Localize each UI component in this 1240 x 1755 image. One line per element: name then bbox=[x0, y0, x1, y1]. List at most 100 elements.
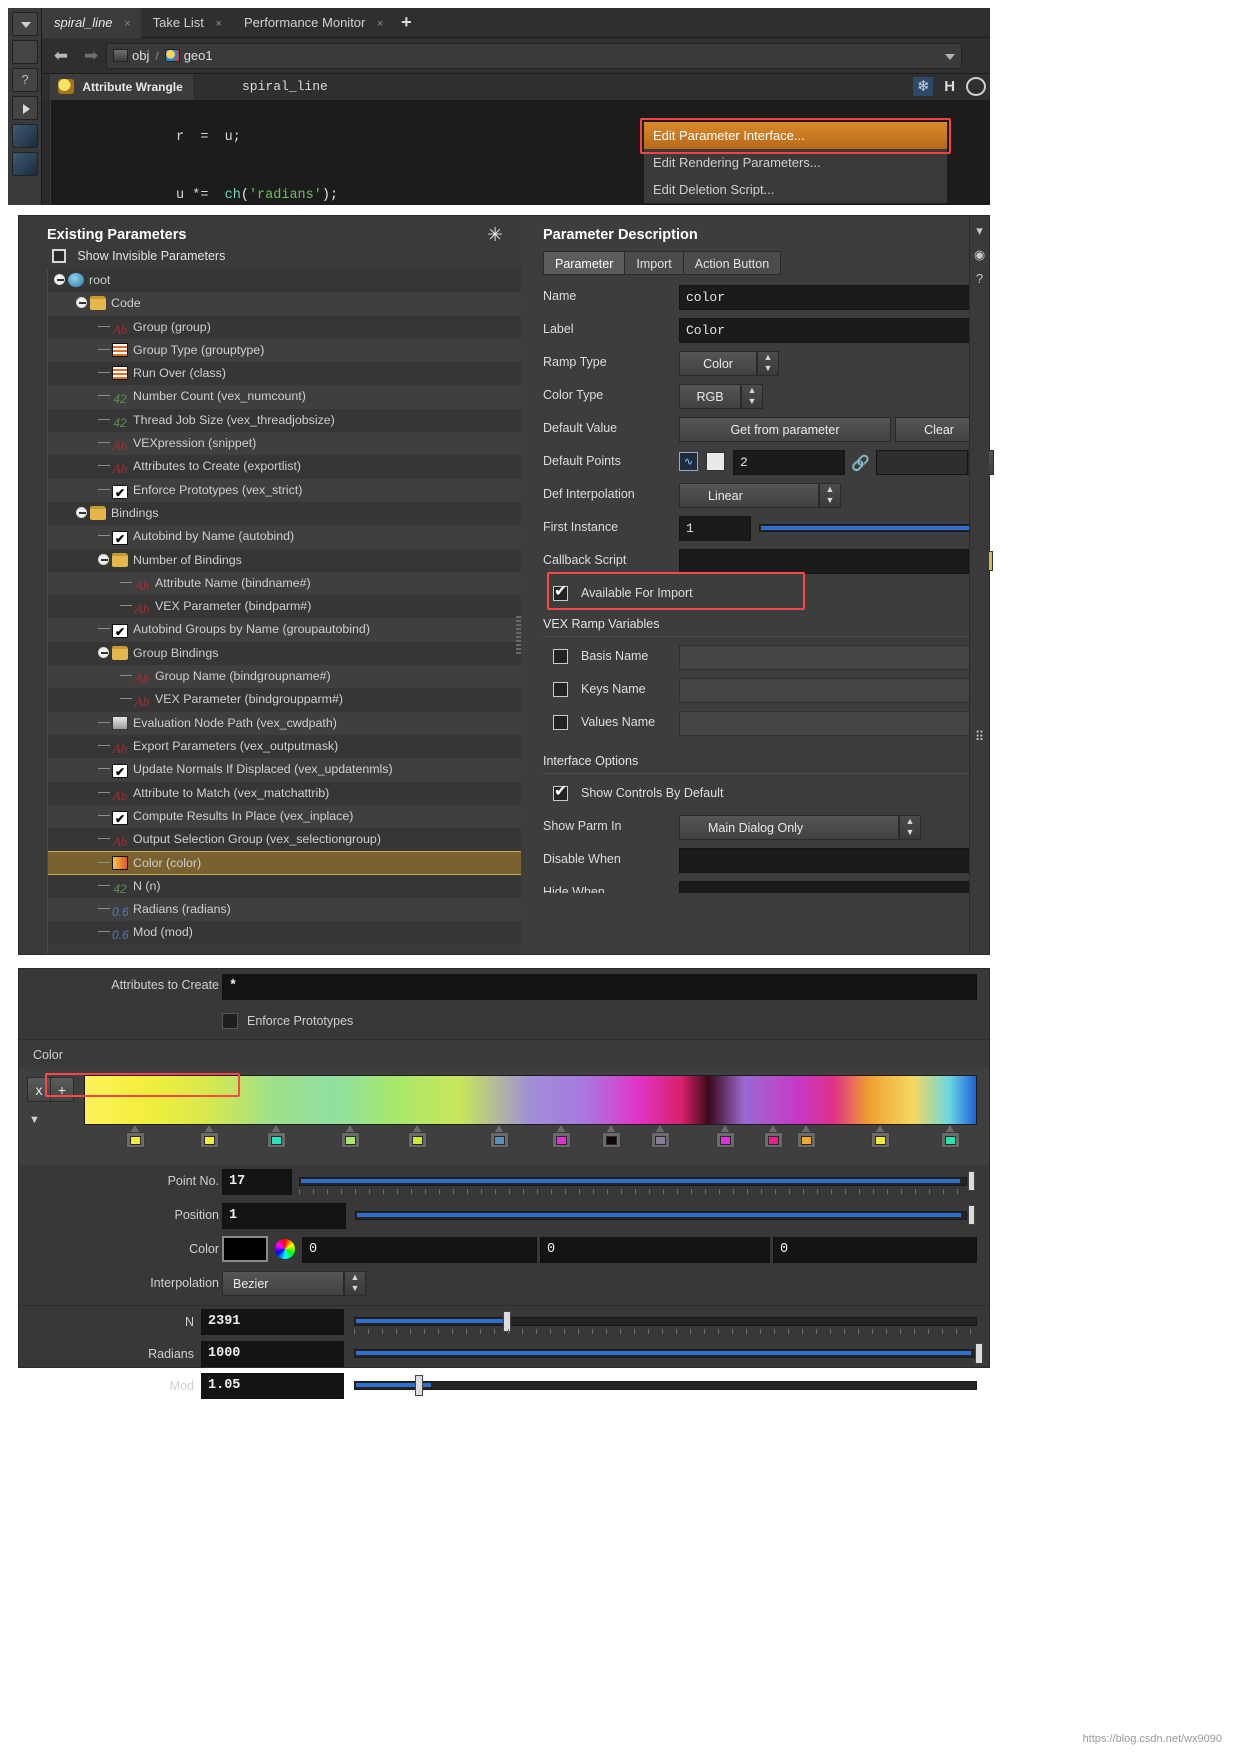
name-input[interactable]: color bbox=[679, 285, 984, 310]
values-name-checkbox[interactable] bbox=[553, 715, 568, 730]
color-wheel-icon[interactable] bbox=[275, 1239, 295, 1259]
color-blue-input[interactable]: 0 bbox=[773, 1237, 977, 1263]
def-interpolation-spinner-icon[interactable]: ▲ ▼ bbox=[819, 483, 841, 508]
color-red-input[interactable]: 0 bbox=[302, 1237, 537, 1263]
show-controls-checkbox[interactable] bbox=[553, 781, 568, 801]
default-points-input[interactable]: 2 bbox=[733, 450, 845, 475]
menu-item-edit-deletion-script[interactable]: Edit Deletion Script... bbox=[644, 176, 947, 203]
position-input[interactable]: 1 bbox=[222, 1203, 346, 1229]
available-for-import-checkbox[interactable] bbox=[553, 581, 568, 601]
ramp-key-marker[interactable] bbox=[763, 1125, 783, 1149]
tab-import[interactable]: Import bbox=[624, 251, 684, 275]
tree-row[interactable]: ✔ Autobind by Name (autobind) bbox=[48, 525, 521, 549]
tree-row[interactable]: Ab Attribute to Match (vex_matchattrib) bbox=[48, 781, 521, 805]
ramp-key-marker[interactable] bbox=[340, 1125, 360, 1149]
basis-name-input[interactable] bbox=[679, 645, 984, 670]
enforce-prototypes-checkbox[interactable] bbox=[222, 1013, 238, 1029]
ramp-key-marker[interactable] bbox=[601, 1125, 621, 1149]
color-type-select[interactable]: RGB bbox=[679, 384, 741, 409]
tree-row[interactable]: Evaluation Node Path (vex_cwdpath) bbox=[48, 711, 521, 735]
tree-row[interactable]: Ab Output Selection Group (vex_selectiong… bbox=[48, 828, 521, 852]
first-instance-slider[interactable] bbox=[759, 524, 981, 532]
callback-script-input[interactable] bbox=[679, 549, 969, 574]
hide-when-input[interactable] bbox=[679, 881, 984, 893]
tree-row[interactable]: Number of Bindings bbox=[48, 548, 521, 572]
radians-slider[interactable] bbox=[354, 1349, 977, 1358]
close-icon[interactable]: × bbox=[124, 18, 130, 30]
spreadsheet-icon[interactable] bbox=[706, 452, 725, 471]
n-slider[interactable] bbox=[354, 1317, 977, 1326]
breadcrumb-item-obj[interactable]: obj bbox=[107, 44, 155, 68]
tab-take-list[interactable]: Take List × bbox=[141, 8, 232, 38]
close-icon[interactable]: × bbox=[377, 18, 383, 30]
radians-slider-handle[interactable] bbox=[975, 1343, 983, 1364]
expander-icon[interactable] bbox=[76, 506, 87, 518]
tree-row[interactable]: ✔ Update Normals If Displaced (vex_update… bbox=[48, 758, 521, 782]
remove-point-button[interactable]: x bbox=[27, 1077, 51, 1102]
tab-spiral-line[interactable]: spiral_line × bbox=[42, 8, 141, 38]
tab-action-button[interactable]: Action Button bbox=[682, 251, 782, 275]
ramp-gradient-strip[interactable] bbox=[84, 1075, 977, 1125]
forward-arrow-icon[interactable]: ➡ bbox=[80, 43, 102, 69]
tree-row[interactable]: Ab Group (group) bbox=[48, 315, 521, 339]
ramp-key-marker[interactable] bbox=[552, 1125, 572, 1149]
row-show-controls-by-default[interactable]: Show Controls By Default bbox=[531, 778, 989, 811]
rail-dropdown-button[interactable] bbox=[12, 12, 38, 36]
ramp-type-spinner-icon[interactable]: ▲ ▼ bbox=[757, 351, 779, 376]
snowflake-icon[interactable]: ❄ bbox=[913, 77, 934, 96]
interpolation-select[interactable]: Bezier bbox=[222, 1271, 344, 1296]
chevron-down-icon[interactable]: ▾ bbox=[971, 222, 989, 240]
basis-name-checkbox[interactable] bbox=[553, 649, 568, 664]
color-swatch[interactable] bbox=[222, 1236, 268, 1262]
row-keys-name[interactable]: Keys Name bbox=[531, 674, 989, 707]
attributes-to-create-input[interactable]: * bbox=[222, 974, 977, 1000]
ramp-key-marker[interactable] bbox=[797, 1125, 817, 1149]
ramp-key-marker[interactable] bbox=[715, 1125, 735, 1149]
rail-play-button[interactable] bbox=[12, 96, 38, 120]
keys-name-checkbox[interactable] bbox=[553, 682, 568, 697]
node-type-tab[interactable]: Attribute Wrangle bbox=[50, 74, 193, 100]
help-icon[interactable]: ? bbox=[971, 270, 989, 288]
values-name-input[interactable] bbox=[679, 711, 984, 736]
show-parm-in-select[interactable]: Main Dialog Only bbox=[679, 815, 899, 840]
tree-row[interactable]: Code bbox=[48, 292, 521, 316]
menu-item-edit-parameter-interface[interactable]: Edit Parameter Interface... bbox=[644, 122, 947, 149]
point-no-input[interactable]: 17 bbox=[222, 1169, 292, 1195]
ramp-key-markers[interactable] bbox=[84, 1125, 977, 1151]
breadcrumb[interactable]: obj / geo1 bbox=[106, 43, 962, 69]
tree-row[interactable]: 42 Number Count (vex_numcount) bbox=[48, 385, 521, 409]
tree-row[interactable]: root bbox=[48, 269, 521, 293]
parameter-tree[interactable]: root Code Ab Group (group) Group Type (group… bbox=[47, 269, 521, 954]
tree-row[interactable]: Color (color) bbox=[48, 851, 521, 875]
ramp-key-marker[interactable] bbox=[490, 1125, 510, 1149]
circle-icon[interactable] bbox=[966, 77, 986, 96]
link-icon[interactable]: 🔗 bbox=[851, 454, 870, 472]
row-enforce-prototypes[interactable]: Enforce Prototypes bbox=[19, 1005, 989, 1039]
radians-input[interactable]: 1000 bbox=[201, 1341, 344, 1367]
ramp-curve-icon[interactable]: ∿ bbox=[679, 452, 698, 471]
ramp-key-marker[interactable] bbox=[941, 1125, 961, 1149]
tree-row[interactable]: 0.6 Mod (mod) bbox=[48, 921, 521, 945]
chevron-down-icon[interactable] bbox=[945, 54, 955, 60]
show-parm-in-spinner-icon[interactable]: ▲ ▼ bbox=[899, 815, 921, 840]
mod-slider-handle[interactable] bbox=[415, 1375, 423, 1396]
first-instance-input[interactable]: 1 bbox=[679, 516, 751, 541]
tree-row[interactable]: Ab VEX Parameter (bindparm#) bbox=[48, 595, 521, 619]
show-invisible-parameters-row[interactable]: Show Invisible Parameters bbox=[19, 243, 521, 267]
houdini-h-icon[interactable]: H bbox=[940, 77, 960, 96]
color-type-spinner-icon[interactable]: ▲ ▼ bbox=[741, 384, 763, 409]
tree-row[interactable]: Ab Attribute Name (bindname#) bbox=[48, 571, 521, 596]
row-values-name[interactable]: Values Name bbox=[531, 707, 989, 740]
tree-row[interactable]: Run Over (class) bbox=[48, 362, 521, 386]
def-interpolation-select[interactable]: Linear bbox=[679, 483, 819, 508]
ramp-key-marker[interactable] bbox=[408, 1125, 428, 1149]
add-point-button[interactable]: + bbox=[50, 1077, 74, 1102]
mod-slider[interactable] bbox=[354, 1381, 977, 1390]
tree-row[interactable]: Ab Group Name (bindgroupname#) bbox=[48, 665, 521, 689]
ramp-key-marker[interactable] bbox=[650, 1125, 670, 1149]
gear-icon[interactable]: ✳ bbox=[487, 224, 503, 247]
ramp-key-marker[interactable] bbox=[126, 1125, 146, 1149]
point-no-slider[interactable] bbox=[299, 1177, 967, 1186]
tree-row[interactable]: Bindings bbox=[48, 501, 521, 526]
add-tab-button[interactable]: + bbox=[393, 8, 419, 38]
